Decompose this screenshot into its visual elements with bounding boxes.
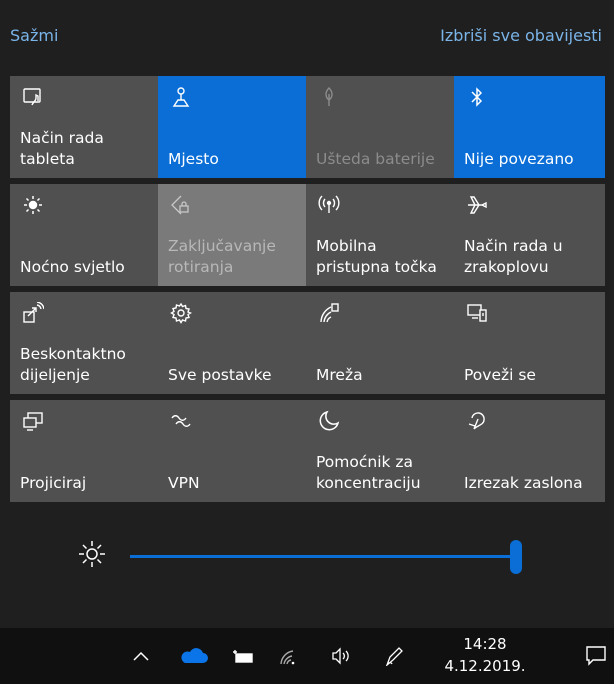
tile-label: Noćno svjetlo: [20, 258, 125, 276]
tile-label: Način rada tableta: [20, 129, 104, 168]
tile-label: Projiciraj: [20, 474, 87, 492]
tile-label: Pomoćnik za koncentraciju: [316, 453, 421, 492]
tile-label: Izrezak zaslona: [464, 474, 583, 492]
network-icon: [318, 302, 340, 324]
settings-gear-icon: [170, 302, 192, 324]
clock-time: 14:28: [463, 635, 507, 653]
connect-icon: [466, 302, 488, 324]
clock-date: 4.12.2019.: [444, 657, 526, 675]
tile-connect[interactable]: Poveži se: [454, 292, 605, 394]
tile-label: Zaključavanje rotiranja: [168, 237, 276, 276]
brightness-sun-icon: [76, 538, 108, 570]
pen-icon[interactable]: [383, 646, 405, 666]
tile-label: Ušteda baterije: [316, 150, 435, 168]
tile-project[interactable]: Projiciraj: [10, 400, 161, 502]
clear-all-notifications-link[interactable]: Izbriši sve obavijesti: [440, 26, 602, 45]
snip-icon: [466, 410, 488, 432]
tile-bluetooth[interactable]: Nije povezano: [454, 76, 605, 178]
tile-label: Mobilna pristupna točka: [316, 237, 437, 276]
tile-airplane-mode[interactable]: Način rada u zrakoplovu: [454, 184, 605, 286]
location-icon: [170, 86, 192, 108]
chevron-up-icon[interactable]: [130, 646, 152, 666]
onedrive-cloud-icon[interactable]: [178, 646, 208, 666]
tile-label: Nije povezano: [464, 150, 574, 168]
night-light-icon: [22, 194, 44, 216]
tablet-mode-icon: [22, 86, 44, 108]
action-center-panel: Sažmi Izbriši sve obavijesti Način rada …: [0, 0, 614, 628]
focus-assist-moon-icon: [318, 410, 340, 432]
action-center-icon[interactable]: [585, 644, 607, 666]
tile-nearby-sharing[interactable]: Beskontaktno dijeljenje: [10, 292, 161, 394]
tile-label: Mjesto: [168, 150, 219, 168]
tile-all-settings[interactable]: Sve postavke: [158, 292, 309, 394]
tile-label: Poveži se: [464, 366, 536, 384]
nearby-sharing-icon: [22, 302, 44, 324]
bluetooth-icon: [466, 86, 488, 108]
tile-snip[interactable]: Izrezak zaslona: [454, 400, 605, 502]
volume-icon[interactable]: [330, 646, 352, 666]
vpn-icon: [170, 410, 192, 432]
tile-label: VPN: [168, 474, 200, 492]
taskbar-clock[interactable]: 14:28 4.12.2019.: [435, 633, 535, 677]
tile-rotation-lock[interactable]: Zaključavanje rotiranja: [158, 184, 309, 286]
tile-vpn[interactable]: VPN: [158, 400, 309, 502]
action-center-header: Sažmi Izbriši sve obavijesti: [0, 0, 614, 70]
brightness-slider-track[interactable]: [130, 555, 520, 558]
tile-label: Način rada u zrakoplovu: [464, 237, 563, 276]
tile-mobile-hotspot[interactable]: Mobilna pristupna točka: [306, 184, 457, 286]
battery-icon[interactable]: [232, 646, 254, 666]
battery-saver-icon: [318, 86, 340, 108]
project-icon: [22, 410, 44, 432]
tile-label: Beskontaktno dijeljenje: [20, 345, 126, 384]
wifi-icon[interactable]: [278, 646, 300, 666]
brightness-slider-thumb[interactable]: [510, 540, 522, 574]
collapse-link[interactable]: Sažmi: [10, 26, 58, 45]
taskbar: 14:28 4.12.2019.: [0, 628, 614, 684]
tile-tablet-mode[interactable]: Način rada tableta: [10, 76, 161, 178]
mobile-hotspot-icon: [318, 194, 340, 216]
tile-label: Mreža: [316, 366, 363, 384]
tile-night-light[interactable]: Noćno svjetlo: [10, 184, 161, 286]
tile-label: Sve postavke: [168, 366, 272, 384]
tile-battery-saver[interactable]: Ušteda baterije: [306, 76, 457, 178]
tile-focus-assist[interactable]: Pomoćnik za koncentraciju: [306, 400, 457, 502]
tile-network[interactable]: Mreža: [306, 292, 457, 394]
rotation-lock-icon: [170, 194, 192, 216]
brightness-control: [0, 508, 614, 608]
airplane-mode-icon: [466, 194, 488, 216]
tile-location[interactable]: Mjesto: [158, 76, 309, 178]
